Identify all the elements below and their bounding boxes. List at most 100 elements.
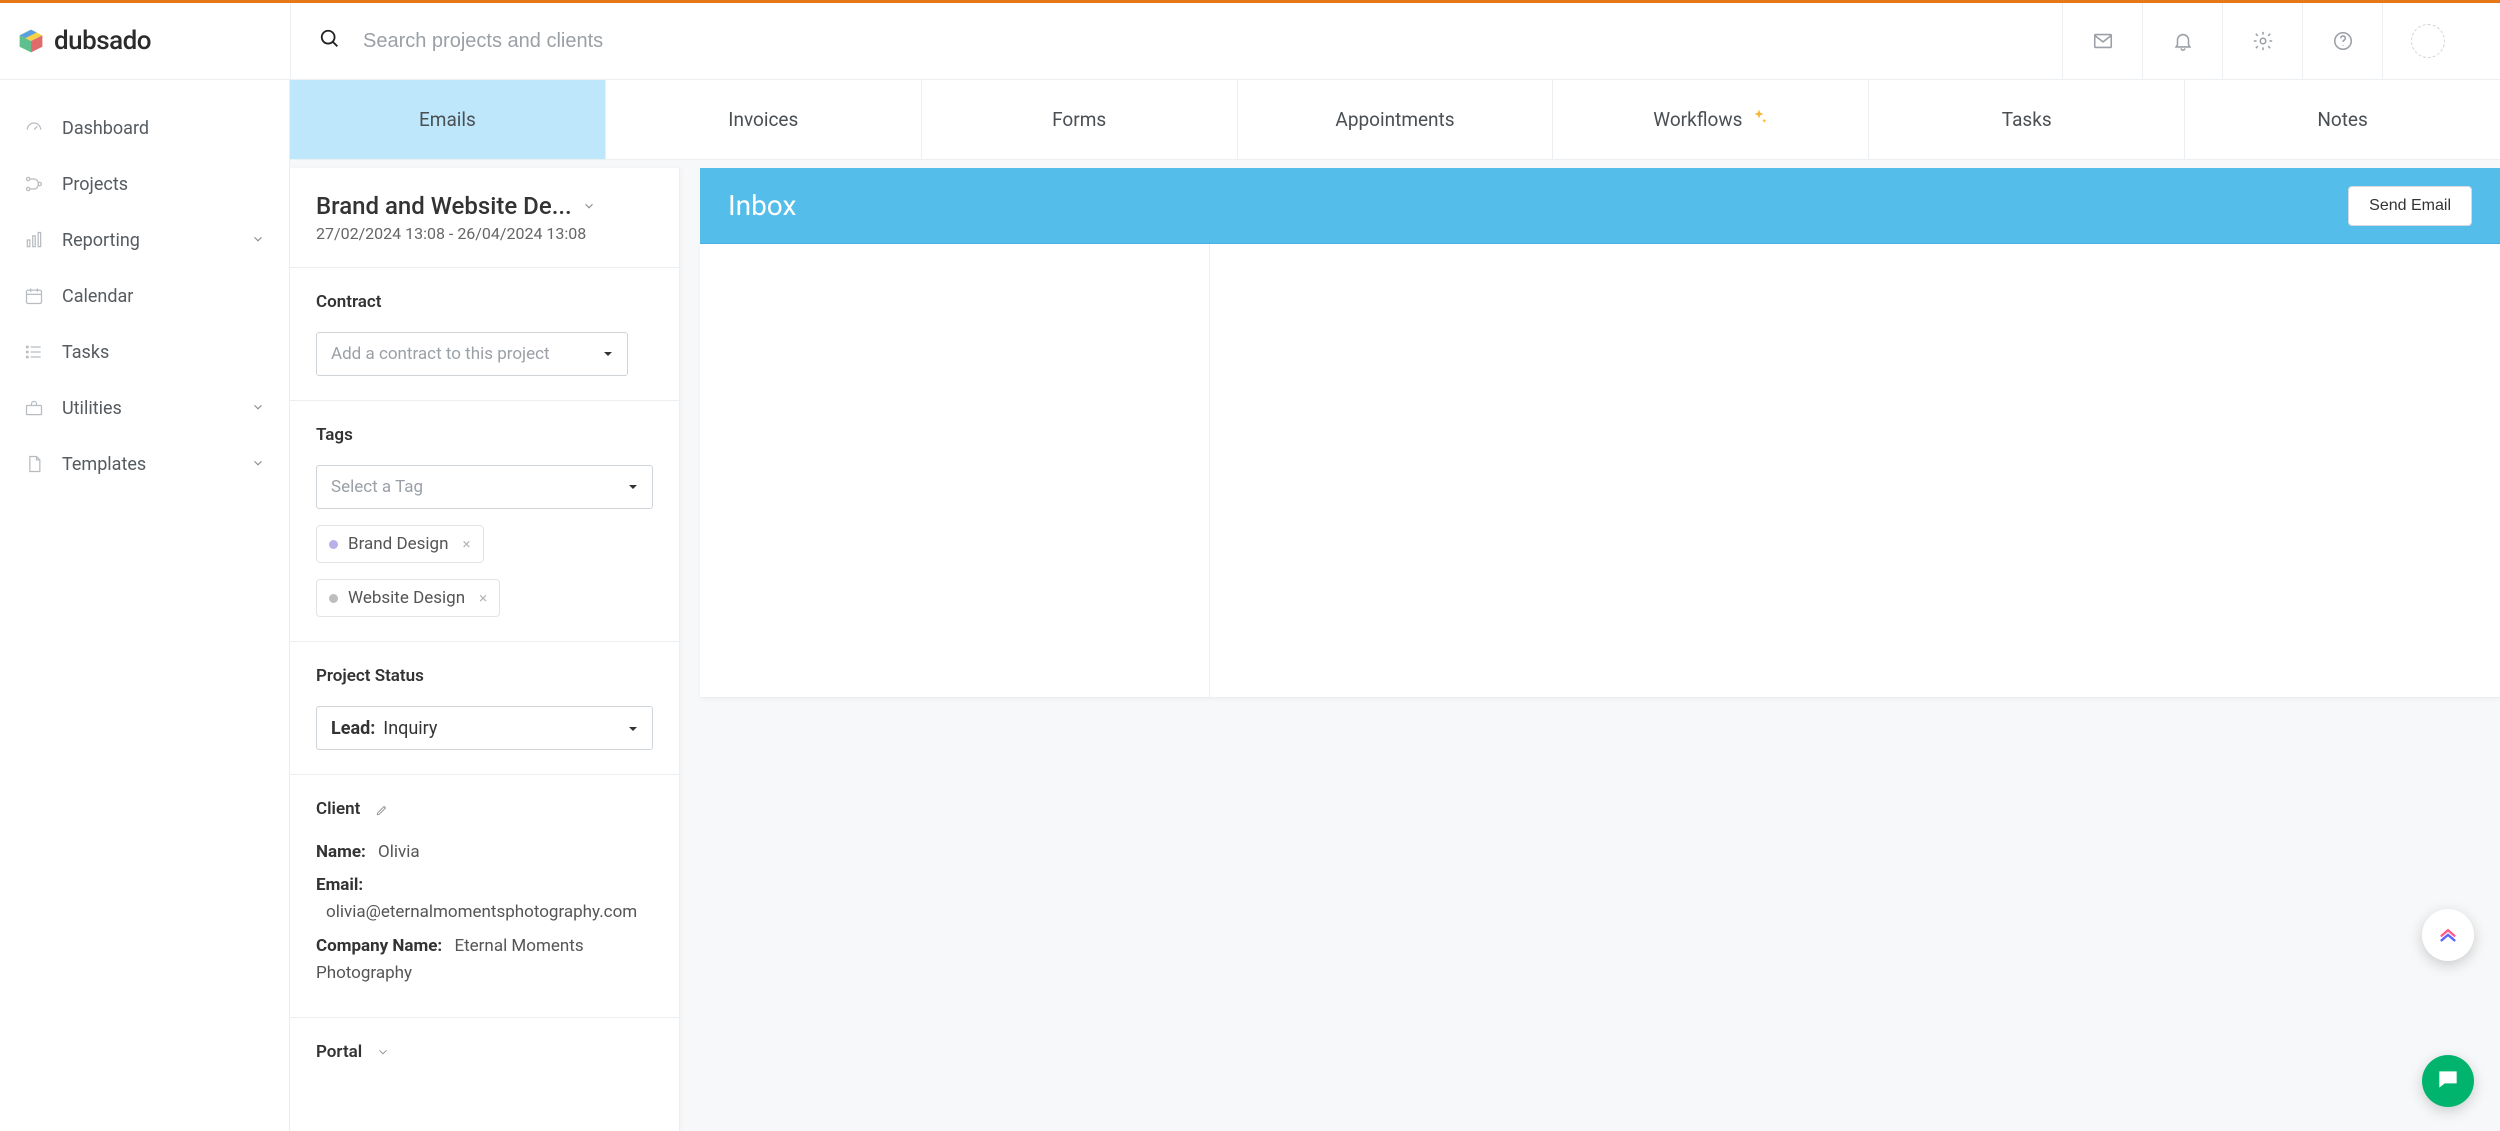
logo-text: dubsado: [54, 26, 151, 56]
sparkle-icon: [1750, 108, 1768, 131]
client-email-value: olivia@eternalmomentsphotography.com: [316, 899, 653, 926]
chart-icon: [24, 230, 44, 250]
project-title-section: Brand and Website De... 27/02/2024 13:08…: [290, 168, 679, 268]
toolbox-icon: [24, 398, 44, 418]
tab-tasks[interactable]: Tasks: [1869, 80, 2185, 159]
inbox-preview: [1210, 244, 2500, 697]
tab-label: Notes: [2317, 108, 2368, 131]
chevron-down-icon: [251, 398, 265, 419]
inbox-list[interactable]: [700, 244, 1210, 697]
tag-label: Brand Design: [348, 534, 448, 554]
tag-label: Website Design: [348, 588, 465, 608]
sidebar: Dashboard Projects Reporting Calendar: [0, 80, 290, 1131]
tags-select[interactable]: Select a Tag: [316, 465, 653, 509]
caret-down-icon: [603, 344, 613, 364]
sidebar-item-reporting[interactable]: Reporting: [0, 212, 289, 268]
client-heading-text: Client: [316, 799, 360, 819]
search-input[interactable]: [363, 30, 763, 53]
client-heading: Client: [316, 799, 653, 819]
contract-heading: Contract: [316, 292, 653, 312]
tab-label: Appointments: [1335, 108, 1454, 131]
caret-down-icon: [628, 477, 638, 497]
inbox-header: Inbox Send Email: [700, 168, 2500, 244]
tab-emails[interactable]: Emails: [290, 80, 606, 159]
project-date-range: 27/02/2024 13:08 - 26/04/2024 13:08: [316, 224, 653, 243]
status-section: Project Status Lead: Inquiry: [290, 642, 679, 775]
tab-label: Forms: [1052, 108, 1106, 131]
client-email-label: Email:: [316, 875, 363, 895]
tab-forms[interactable]: Forms: [922, 80, 1238, 159]
contract-select[interactable]: Add a contract to this project: [316, 332, 628, 376]
inbox-title: Inbox: [728, 189, 796, 222]
sidebar-item-templates[interactable]: Templates: [0, 436, 289, 492]
send-email-button[interactable]: Send Email: [2348, 186, 2472, 226]
email-area: Inbox Send Email: [700, 168, 2500, 1131]
search-icon: [319, 28, 341, 54]
chevron-down-icon[interactable]: [582, 198, 598, 214]
portal-section: Portal: [290, 1018, 679, 1086]
branches-icon: [24, 174, 44, 194]
sidebar-item-calendar[interactable]: Calendar: [0, 268, 289, 324]
logo[interactable]: dubsado: [0, 26, 290, 56]
status-type-label: Lead:: [331, 718, 375, 739]
sidebar-item-label: Tasks: [62, 342, 109, 363]
chevron-down-icon: [251, 454, 265, 475]
tab-notes[interactable]: Notes: [2185, 80, 2500, 159]
document-icon: [24, 454, 44, 474]
bell-icon[interactable]: [2142, 3, 2222, 80]
clickup-icon: [2437, 922, 2459, 948]
sidebar-item-label: Templates: [62, 454, 146, 475]
topbar-actions: [2062, 3, 2500, 80]
avatar-icon: [2411, 24, 2445, 58]
tab-workflows[interactable]: Workflows: [1553, 80, 1869, 159]
caret-down-icon: [628, 718, 638, 739]
tags-section: Tags Select a Tag Brand Design ×: [290, 401, 679, 642]
status-select[interactable]: Lead: Inquiry: [316, 706, 653, 750]
sidebar-item-label: Dashboard: [62, 118, 149, 139]
status-value: Inquiry: [383, 718, 437, 739]
chevron-down-icon: [376, 1045, 390, 1059]
tab-label: Workflows: [1653, 108, 1742, 131]
sidebar-item-label: Reporting: [62, 230, 140, 251]
topbar: dubsado: [0, 3, 2500, 80]
avatar[interactable]: [2382, 3, 2472, 80]
sidebar-item-projects[interactable]: Projects: [0, 156, 289, 212]
gear-icon[interactable]: [2222, 3, 2302, 80]
tag-dot-icon: [329, 540, 338, 549]
contract-section: Contract Add a contract to this project: [290, 268, 679, 401]
list-icon: [24, 342, 44, 362]
sidebar-item-utilities[interactable]: Utilities: [0, 380, 289, 436]
help-icon[interactable]: [2302, 3, 2382, 80]
tag-dot-icon: [329, 594, 338, 603]
tab-appointments[interactable]: Appointments: [1238, 80, 1554, 159]
status-heading: Project Status: [316, 666, 653, 686]
chevron-down-icon: [251, 230, 265, 251]
portal-heading-text: Portal: [316, 1042, 362, 1062]
sidebar-item-tasks[interactable]: Tasks: [0, 324, 289, 380]
tag-chip: Website Design ×: [316, 579, 500, 617]
sidebar-item-dashboard[interactable]: Dashboard: [0, 100, 289, 156]
project-tabs: Emails Invoices Forms Appointments Workf…: [290, 80, 2500, 160]
tags-select-placeholder: Select a Tag: [331, 477, 423, 497]
main-area: Emails Invoices Forms Appointments Workf…: [290, 80, 2500, 1131]
chat-icon: [2435, 1066, 2461, 1096]
tab-invoices[interactable]: Invoices: [606, 80, 922, 159]
inbox-body: [700, 244, 2500, 698]
send-email-label: Send Email: [2369, 197, 2451, 214]
tag-remove-icon[interactable]: ×: [479, 589, 487, 607]
chat-fab[interactable]: [2422, 1055, 2474, 1107]
client-name-value: Olivia: [378, 842, 420, 862]
sidebar-item-label: Calendar: [62, 286, 133, 307]
tab-label: Invoices: [728, 108, 798, 131]
portal-heading[interactable]: Portal: [316, 1042, 653, 1062]
gauge-icon: [24, 118, 44, 138]
tab-label: Emails: [419, 108, 476, 131]
tag-remove-icon[interactable]: ×: [462, 535, 470, 553]
sidebar-item-label: Utilities: [62, 398, 122, 419]
edit-icon[interactable]: [375, 803, 389, 817]
project-title: Brand and Website De...: [316, 192, 572, 220]
sidebar-item-label: Projects: [62, 174, 128, 195]
clickup-fab[interactable]: [2422, 909, 2474, 961]
mail-icon[interactable]: [2062, 3, 2142, 80]
client-section: Client Name: Olivia Email: olivia@eterna…: [290, 775, 679, 1018]
